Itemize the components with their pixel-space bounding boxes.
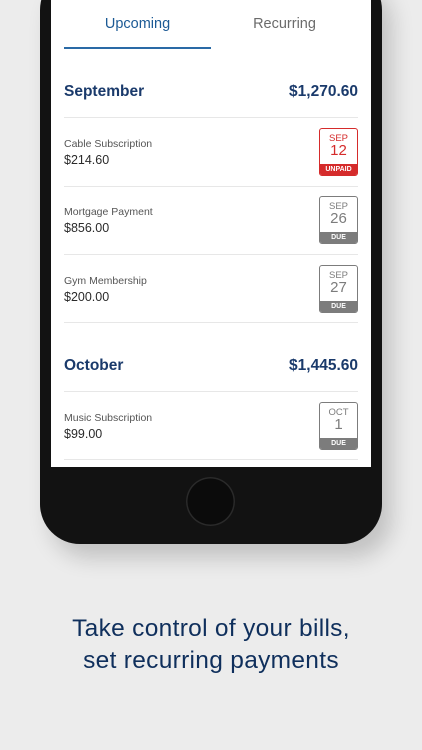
tab-upcoming[interactable]: Upcoming (64, 0, 211, 50)
status-badge: UNPAID (320, 164, 357, 175)
divider (64, 322, 358, 323)
divider (64, 117, 358, 118)
status-badge: DUE (320, 438, 357, 449)
bill-amount: $200.00 (64, 290, 110, 304)
bill-row-mortgage-payment[interactable]: Mortgage Payment $856.00 SEP 26 DUE (64, 196, 358, 274)
month-header-september: September $1,270.60 (64, 83, 358, 103)
month-name: October (64, 357, 124, 374)
month-total: $1,270.60 (289, 83, 358, 100)
app-screen: Upcoming Recurring September $1,270.60 C… (51, 0, 371, 467)
month-header-october: October $1,445.60 (64, 357, 358, 377)
tab-bar: Upcoming Recurring (51, 0, 371, 50)
tab-recurring[interactable]: Recurring (211, 0, 358, 50)
caption-line-2: set recurring payments (83, 647, 339, 674)
calendar-day: 27 (330, 279, 347, 296)
bill-row-cable-subscription[interactable]: Cable Subscription $214.60 SEP 12 UNPAID (64, 128, 358, 206)
bill-amount: $214.60 (64, 153, 110, 167)
status-badge: DUE (320, 301, 357, 312)
calendar-badge-icon: SEP 26 DUE (319, 196, 358, 244)
calendar-day: 12 (330, 142, 347, 159)
divider (64, 254, 358, 255)
bill-amount: $856.00 (64, 221, 110, 235)
calendar-badge-icon: SEP 12 UNPAID (319, 128, 358, 176)
home-button[interactable] (186, 477, 235, 526)
calendar-badge-icon: SEP 27 DUE (319, 265, 358, 313)
bill-name: Mortgage Payment (64, 206, 153, 218)
calendar-badge-icon: OCT 1 DUE (319, 402, 358, 450)
divider (64, 391, 358, 392)
active-tab-indicator (64, 47, 211, 49)
month-name: September (64, 83, 145, 100)
marketing-caption: Take control of your bills, set recurrin… (0, 613, 422, 677)
divider (64, 459, 358, 460)
caption-line-1: Take control of your bills, (72, 615, 350, 642)
calendar-day: 26 (330, 210, 347, 227)
bill-row-gym-membership[interactable]: Gym Membership $200.00 SEP 27 DUE (64, 265, 358, 343)
bill-name: Gym Membership (64, 275, 147, 287)
bill-name: Cable Subscription (64, 138, 153, 150)
status-badge: DUE (320, 232, 357, 243)
month-total: $1,445.60 (289, 357, 358, 374)
divider (64, 186, 358, 187)
calendar-day: 1 (334, 416, 343, 433)
bill-amount: $99.00 (64, 427, 103, 441)
bill-name: Music Subscription (64, 412, 153, 424)
